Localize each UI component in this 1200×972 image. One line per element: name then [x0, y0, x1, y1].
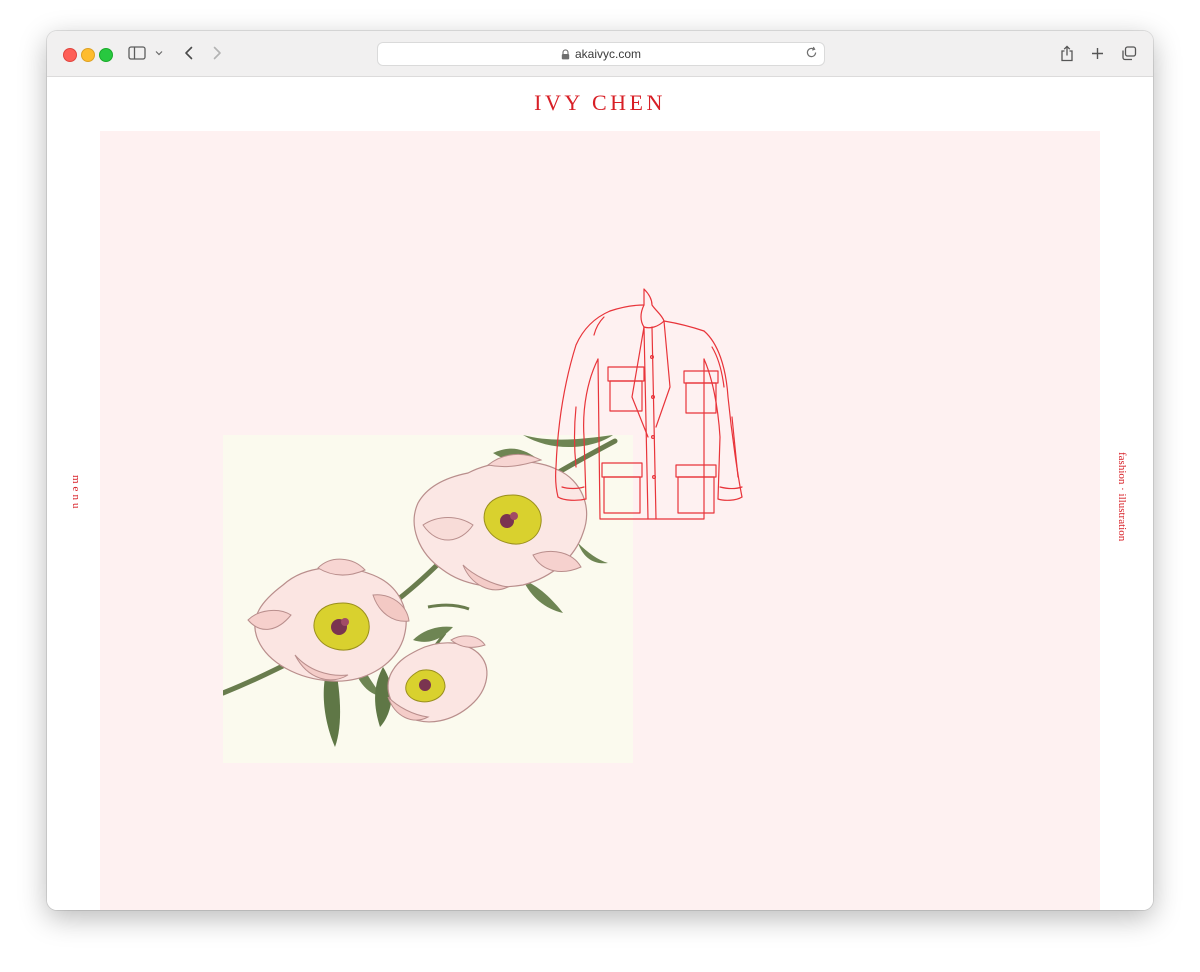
address-bar[interactable]: akaivyc.com [377, 42, 825, 66]
zoom-window-button[interactable] [99, 48, 113, 62]
minimize-window-button[interactable] [81, 48, 95, 62]
menu-link[interactable]: menu [70, 475, 82, 511]
url-text: akaivyc.com [574, 47, 642, 61]
sidebar-icon[interactable] [128, 42, 146, 64]
tab-overview-icon[interactable] [1121, 42, 1137, 64]
jacket-sketch[interactable] [552, 287, 752, 523]
browser-window: akaivyc.com IVY CHEN menu fashion · illu… [47, 31, 1153, 910]
browser-toolbar: akaivyc.com [47, 31, 1153, 77]
lock-icon [561, 48, 570, 60]
back-arrow-icon[interactable] [182, 42, 194, 64]
share-icon[interactable] [1059, 42, 1075, 64]
hero-stage [100, 131, 1100, 910]
chevron-down-icon[interactable] [154, 42, 164, 64]
site-logo[interactable]: IVY CHEN [47, 90, 1153, 116]
web-page: IVY CHEN menu fashion · illustration [47, 77, 1153, 910]
close-window-button[interactable] [63, 48, 77, 62]
jacket-drawing [555, 288, 743, 520]
reload-icon[interactable] [805, 46, 818, 62]
forward-arrow-icon[interactable] [211, 42, 223, 64]
site-tagline: fashion · illustration [1116, 452, 1128, 542]
plus-icon[interactable] [1090, 42, 1104, 64]
